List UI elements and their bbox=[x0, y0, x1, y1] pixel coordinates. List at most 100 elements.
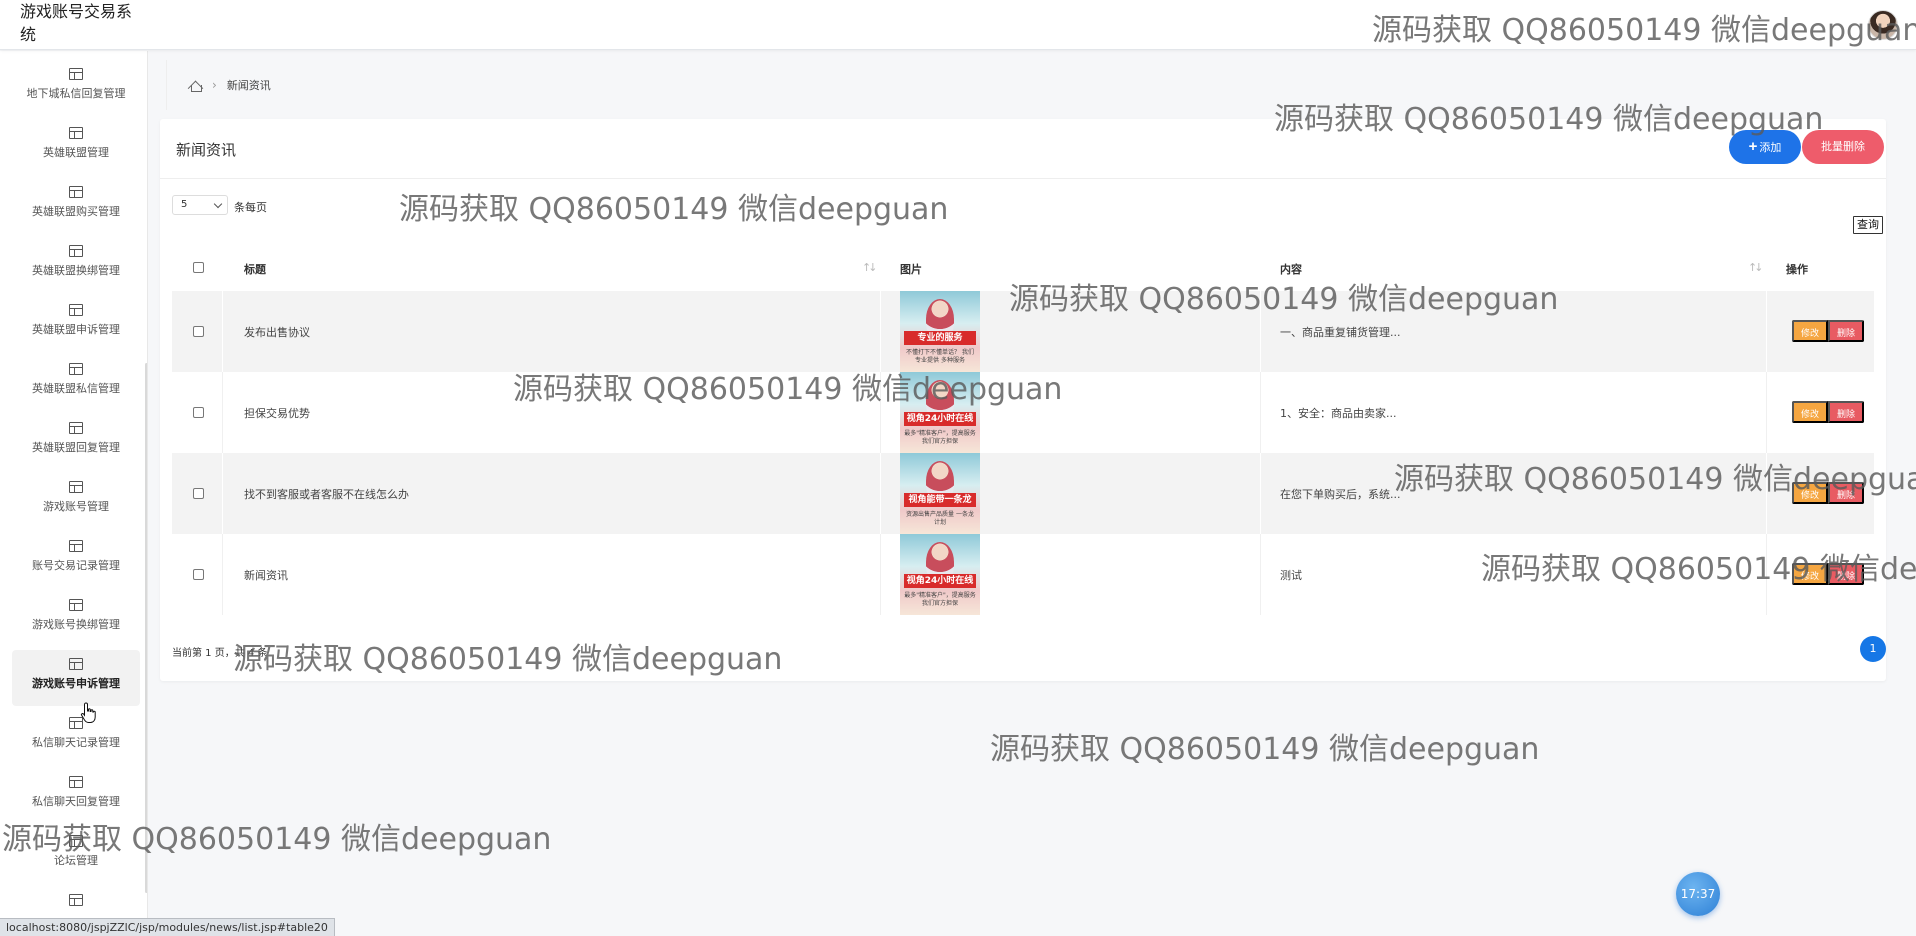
column-header-image: 图片 bbox=[900, 263, 922, 276]
table-icon bbox=[69, 127, 83, 139]
pagination-summary: 当前第 1 页，共 4 条 bbox=[172, 648, 268, 659]
sidebar-item-label: 英雄联盟管理 bbox=[43, 146, 109, 159]
column-divider bbox=[880, 372, 881, 453]
row-checkbox[interactable] bbox=[193, 569, 204, 580]
add-button-label: 添加 bbox=[1759, 142, 1782, 154]
table-icon bbox=[69, 68, 83, 80]
sidebar-item-label: 游戏账号申诉管理 bbox=[32, 677, 120, 690]
column-divider bbox=[1766, 453, 1767, 534]
sidebar-item-lol[interactable]: 英雄联盟管理 bbox=[12, 119, 140, 175]
delete-button[interactable]: 删除 bbox=[1828, 320, 1864, 342]
table-icon bbox=[69, 540, 83, 552]
sidebar: 地下城私信回复管理 英雄联盟管理 英雄联盟购买管理 英雄联盟换绑管理 英雄联盟申… bbox=[0, 51, 148, 936]
app-title: 游戏账号交易系统 bbox=[20, 2, 133, 44]
panel-header: 新闻资讯 添加 批量删除 bbox=[160, 119, 1886, 179]
sidebar-item-label: 游戏账号管理 bbox=[43, 500, 109, 513]
sidebar-item-label: 地下城私信回复管理 bbox=[26, 87, 126, 100]
edit-button[interactable]: 修改 bbox=[1792, 563, 1828, 585]
sidebar-item-label: 英雄联盟申诉管理 bbox=[32, 323, 120, 336]
sidebar-item-trade-records[interactable]: 账号交易记录管理 bbox=[12, 532, 140, 588]
sidebar-item-forum[interactable]: 论坛管理 bbox=[12, 827, 140, 883]
table-row[interactable]: 发布出售协议 专业的服务 不懂打下不懂单话？ 我们专业提供 多种服务 一、商品重… bbox=[172, 291, 1874, 372]
breadcrumb-current: 新闻资讯 bbox=[226, 79, 271, 92]
page-number-button[interactable]: 1 bbox=[1860, 636, 1886, 662]
table-icon bbox=[69, 599, 83, 611]
sidebar-item-account-rebind[interactable]: 游戏账号换绑管理 bbox=[12, 591, 140, 647]
sidebar-item-lol-rebind[interactable]: 英雄联盟换绑管理 bbox=[12, 237, 140, 293]
news-thumbnail[interactable]: 视角24小时在线 最多"精准客户"，提高服务 我们官方担保 bbox=[900, 534, 980, 615]
column-divider bbox=[1260, 372, 1261, 453]
column-divider bbox=[1766, 291, 1767, 372]
edit-button[interactable]: 修改 bbox=[1792, 401, 1828, 423]
thumbnail-caption: 不懂打下不懂单话？ 我们专业提供 多种服务 bbox=[906, 349, 974, 364]
row-title: 新闻资讯 bbox=[244, 569, 288, 582]
home-icon[interactable] bbox=[189, 80, 202, 92]
column-header-title[interactable]: 标题 bbox=[244, 261, 266, 277]
sidebar-item-lol-reply[interactable]: 英雄联盟回复管理 bbox=[12, 414, 140, 470]
row-title: 找不到客服或者客服不在线怎么办 bbox=[244, 488, 409, 501]
column-divider bbox=[880, 453, 881, 534]
news-thumbnail[interactable]: 视角能带一条龙 资源出售产品质量 一条龙计划 bbox=[900, 453, 980, 534]
column-header-actions: 操作 bbox=[1786, 263, 1808, 276]
delete-button[interactable]: 删除 bbox=[1828, 482, 1864, 504]
breadcrumb: › 新闻资讯 bbox=[166, 60, 1906, 110]
sidebar-item-account-appeal[interactable]: 游戏账号申诉管理 bbox=[12, 650, 140, 706]
column-divider bbox=[1260, 453, 1261, 534]
row-content: 1、安全：商品由卖家... bbox=[1280, 407, 1397, 420]
sidebar-item-lol-message[interactable]: 英雄联盟私信管理 bbox=[12, 355, 140, 411]
thumbnail-banner: 视角能带一条龙 bbox=[904, 493, 976, 507]
news-thumbnail[interactable]: 视角24小时在线 最多"精准客户"，提高服务 我们官方担保 bbox=[900, 372, 980, 453]
sort-icon[interactable]: ↑↓ bbox=[862, 261, 878, 274]
table-icon bbox=[69, 894, 83, 906]
thumbnail-caption: 最多"精准客户"，提高服务 我们官方担保 bbox=[904, 592, 976, 607]
watermark: 源码获取 QQ86050149 微信deepguan bbox=[990, 732, 1540, 767]
table-icon bbox=[69, 658, 83, 670]
column-divider bbox=[1766, 372, 1767, 453]
sidebar-item-lol-appeal[interactable]: 英雄联盟申诉管理 bbox=[12, 296, 140, 352]
table-icon bbox=[69, 363, 83, 375]
sort-icon[interactable]: ↑↓ bbox=[1748, 261, 1764, 274]
table-icon bbox=[69, 304, 83, 316]
thumbnail-caption: 资源出售产品质量 一条龙计划 bbox=[906, 511, 974, 526]
row-content: 测试 bbox=[1280, 569, 1302, 582]
table-icon bbox=[69, 422, 83, 434]
edit-button[interactable]: 修改 bbox=[1792, 482, 1828, 504]
column-divider bbox=[1260, 291, 1261, 372]
sidebar-scrollbar[interactable] bbox=[145, 363, 147, 893]
floating-clock[interactable]: 17:37 bbox=[1676, 872, 1720, 916]
delete-button[interactable]: 删除 bbox=[1828, 563, 1864, 585]
column-divider bbox=[222, 372, 223, 453]
chevron-right-icon: › bbox=[212, 78, 217, 92]
sidebar-item-label: 私信聊天记录管理 bbox=[32, 736, 120, 749]
sidebar-item-lol-purchase[interactable]: 英雄联盟购买管理 bbox=[12, 178, 140, 234]
sidebar-item-label: 游戏账号换绑管理 bbox=[32, 618, 120, 631]
table-row[interactable]: 新闻资讯 视角24小时在线 最多"精准客户"，提高服务 我们官方担保 测试 修改… bbox=[172, 534, 1874, 615]
sidebar-item-label: 英雄联盟购买管理 bbox=[32, 205, 120, 218]
add-button[interactable]: 添加 bbox=[1729, 130, 1801, 164]
search-button[interactable]: 查询 bbox=[1853, 216, 1883, 234]
news-table: 标题 ↑↓ 图片 内容 ↑↓ 操作 发布出售协议 专业的服务 不懂打下不懂单话？… bbox=[172, 245, 1874, 615]
edit-button[interactable]: 修改 bbox=[1792, 320, 1828, 342]
column-divider bbox=[1766, 534, 1767, 615]
column-header-content[interactable]: 内容 bbox=[1280, 261, 1302, 277]
sidebar-item-dnf-reply[interactable]: 地下城私信回复管理 bbox=[12, 60, 140, 116]
column-divider bbox=[222, 453, 223, 534]
news-thumbnail[interactable]: 专业的服务 不懂打下不懂单话？ 我们专业提供 多种服务 bbox=[900, 291, 980, 372]
page-size-select[interactable]: 5 bbox=[172, 195, 228, 215]
row-checkbox[interactable] bbox=[193, 326, 204, 337]
table-row[interactable]: 担保交易优势 视角24小时在线 最多"精准客户"，提高服务 我们官方担保 1、安… bbox=[172, 372, 1874, 453]
table-row[interactable]: 找不到客服或者客服不在线怎么办 视角能带一条龙 资源出售产品质量 一条龙计划 在… bbox=[172, 453, 1874, 534]
row-checkbox[interactable] bbox=[193, 488, 204, 499]
user-avatar[interactable] bbox=[1868, 10, 1898, 40]
thumbnail-banner: 视角24小时在线 bbox=[904, 412, 976, 426]
delete-button[interactable]: 删除 bbox=[1828, 401, 1864, 423]
select-all-checkbox[interactable] bbox=[193, 262, 204, 273]
row-checkbox[interactable] bbox=[193, 407, 204, 418]
sidebar-item-label: 论坛管理 bbox=[54, 854, 98, 867]
sidebar-item-game-account[interactable]: 游戏账号管理 bbox=[12, 473, 140, 529]
batch-delete-button[interactable]: 批量删除 bbox=[1802, 130, 1884, 164]
sidebar-item-label: 英雄联盟换绑管理 bbox=[32, 264, 120, 277]
sidebar-item-chat-reply[interactable]: 私信聊天回复管理 bbox=[12, 768, 140, 824]
column-divider bbox=[880, 534, 881, 615]
sidebar-item-chat-records[interactable]: 私信聊天记录管理 bbox=[12, 709, 140, 765]
